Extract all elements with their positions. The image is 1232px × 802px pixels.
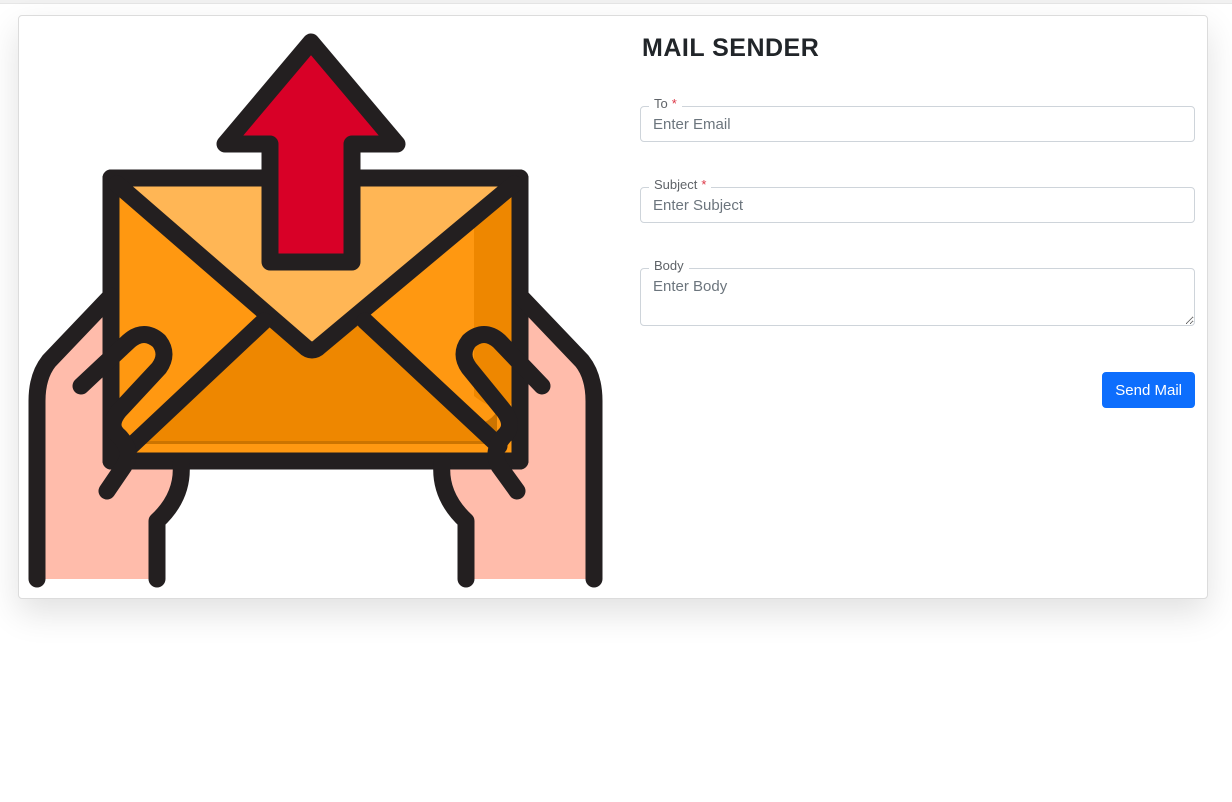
to-email-input[interactable]	[640, 106, 1195, 142]
mail-sender-card: MAIL SENDER To* Subject* Body Send Mail	[18, 15, 1208, 599]
subject-label: Subject *	[649, 177, 712, 193]
to-label-text: To	[654, 96, 668, 111]
page-title: MAIL SENDER	[642, 34, 820, 62]
required-asterisk: *	[701, 177, 707, 192]
illustration-panel	[19, 16, 619, 600]
send-mail-button[interactable]: Send Mail	[1102, 372, 1195, 408]
subject-input[interactable]	[640, 187, 1195, 223]
mail-form: MAIL SENDER To* Subject* Body Send Mail	[640, 16, 1195, 600]
body-label: Body	[649, 258, 689, 274]
browser-top-strip	[0, 0, 1232, 4]
subject-label-text: Subject	[654, 177, 698, 192]
required-asterisk: *	[671, 96, 677, 111]
body-textarea[interactable]	[640, 268, 1195, 326]
hands-holding-envelope-upload-icon	[28, 33, 603, 588]
to-label: To *	[649, 96, 682, 112]
